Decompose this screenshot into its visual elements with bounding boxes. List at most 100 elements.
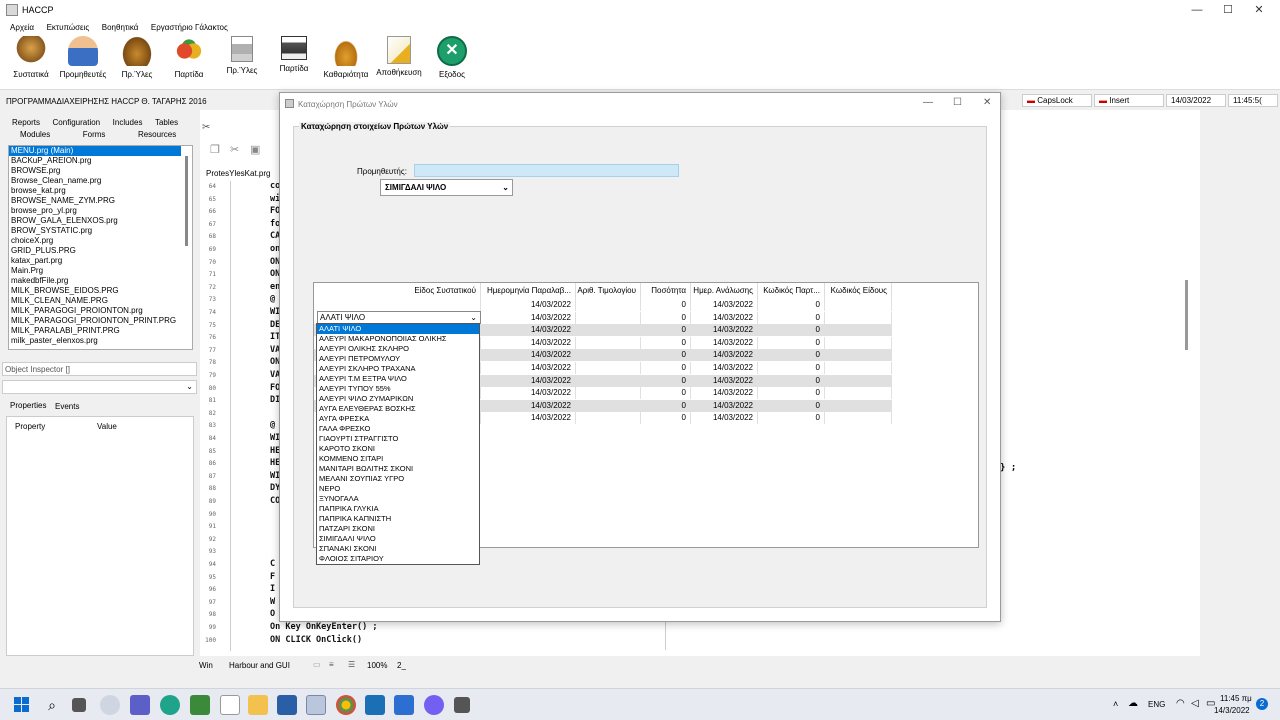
dropdown-option[interactable]: ΑΥΓΑ ΦΡΕΣΚΑ (317, 414, 479, 424)
dropdown-option[interactable]: ΑΛΕΥΡΙ ΣΚΛΗΡΟ ΤΡΑΧΑΝΑ (317, 364, 479, 374)
task-view-icon[interactable] (72, 698, 86, 712)
table-cell[interactable]: 14/03/2022 (691, 324, 758, 337)
module-file-list[interactable]: MENU.prg (Main) BACKuP_AREION.prg BROWSE… (8, 145, 193, 350)
table-cell[interactable] (576, 324, 641, 337)
list-item[interactable]: Browse_Clean_name.prg (9, 176, 192, 186)
column-header[interactable]: Ποσότητα (641, 283, 691, 299)
dropdown-option[interactable]: ΣΠΑΝΑΚΙ ΣΚΟΝΙ (317, 544, 479, 554)
tab-includes[interactable]: Includes (113, 118, 143, 127)
table-cell[interactable]: 14/03/2022 (691, 362, 758, 374)
table-cell[interactable]: 0 (758, 399, 825, 412)
list-scrollbar[interactable] (185, 156, 188, 246)
dropdown-option[interactable]: ΚΟΜΜΕΝΟ ΣΙΤΑΡΙ (317, 454, 479, 464)
dropdown-option[interactable]: ΑΛΕΥΡΙ ΤΥΠΟΥ 55% (317, 384, 479, 394)
list-item[interactable]: BACKuP_AREION.prg (9, 156, 192, 166)
terminal-icon[interactable] (454, 697, 470, 713)
table-cell[interactable] (576, 336, 641, 349)
list-icon[interactable]: ☰ (348, 660, 355, 669)
haccp-app-icon[interactable] (306, 695, 326, 715)
dropdown-option[interactable]: ΑΛΕΥΡΙ ΜΑΚΑΡΟΝΟΠΟΙΙΑΣ ΟΛΙΚΗΣ (317, 334, 479, 344)
table-cell[interactable]: 0 (641, 374, 691, 387)
maximize-button[interactable]: ☐ (1221, 3, 1235, 17)
tab-reports[interactable]: Reports (12, 118, 40, 127)
table-cell[interactable] (576, 349, 641, 362)
table-cell[interactable]: 0 (641, 412, 691, 425)
table-cell[interactable]: 14/03/2022 (691, 399, 758, 412)
tab-properties[interactable]: Properties (10, 401, 46, 410)
list-item[interactable]: Main.Prg (9, 266, 192, 276)
table-cell[interactable]: 0 (758, 374, 825, 387)
table-cell[interactable]: 0 (758, 336, 825, 349)
tab-forms[interactable]: Forms (83, 130, 106, 139)
document-icon[interactable] (220, 695, 240, 715)
dropdown-option[interactable]: ΣΙΜΙΓΔΑΛΙ ΨΙΛΟ (317, 534, 479, 544)
app-icon-2[interactable] (394, 695, 414, 715)
toolbar-raw-materials-print-button[interactable]: Πρ.Ύλες (217, 36, 267, 75)
editor-app-icon[interactable] (190, 695, 210, 715)
dialog-maximize-button[interactable]: ☐ (953, 97, 962, 108)
object-selector[interactable]: ⌄ (2, 380, 197, 394)
clock-time[interactable]: 11:45 πμ (1220, 694, 1252, 703)
table-cell[interactable]: 14/03/2022 (691, 299, 758, 311)
clock-date[interactable]: 14/3/2022 (1214, 706, 1250, 715)
ide-app-icon[interactable] (277, 695, 297, 715)
table-cell[interactable] (576, 374, 641, 387)
table-cell[interactable] (576, 399, 641, 412)
table-cell[interactable]: 14/03/2022 (691, 374, 758, 387)
xmate-icon[interactable] (365, 695, 385, 715)
editor-scrollbar[interactable] (1185, 280, 1188, 350)
material-dropdown-list[interactable]: ΑΛΑΤΙ ΨΙΛΟ ΑΛΕΥΡΙ ΜΑΚΑΡΟΝΟΠΟΙΙΑΣ ΟΛΙΚΗΣ ΑΛ… (316, 323, 480, 565)
toolbar-ingredients-button[interactable]: Συστατικά (6, 36, 56, 79)
cut-icon[interactable]: ✂ (230, 143, 239, 156)
list-item[interactable]: MILK_BROWSE_EIDOS.PRG (9, 286, 192, 296)
table-cell[interactable]: 14/03/2022 (691, 311, 758, 324)
list-item[interactable]: BROWSE_NAME_ZYM.PRG (9, 196, 192, 206)
list-item[interactable]: MILK_PARAGOGI_PROIONTON.prg (9, 306, 192, 316)
edge-icon[interactable] (160, 695, 180, 715)
toolbar-cleaning-button[interactable]: Καθαριότητα (321, 36, 371, 79)
table-cell[interactable] (825, 374, 892, 387)
list-item[interactable]: MENU.prg (Main) (9, 146, 181, 156)
wifi-icon[interactable]: ◠ (1176, 698, 1185, 709)
list-item[interactable]: MILK_PARAGOGI_PROIONTON_PRINT.PRG (9, 316, 192, 326)
dialog-minimize-button[interactable]: — (923, 97, 933, 108)
paste-icon[interactable]: ▣ (250, 143, 260, 156)
dropdown-option[interactable]: ΠΑΤΖΑΡΙ ΣΚΟΝΙ (317, 524, 479, 534)
table-cell[interactable] (825, 311, 892, 324)
table-cell[interactable] (576, 362, 641, 374)
list-item[interactable]: katax_part.prg (9, 256, 192, 266)
table-cell[interactable]: 14/03/2022 (481, 387, 576, 400)
material-combo[interactable]: ΣΙΜΙΓΔΑΛΙ ΨΙΛΟ ⌄ (380, 179, 513, 196)
tab-modules[interactable]: Modules (20, 130, 50, 139)
property-grid[interactable]: Property Value (6, 416, 194, 656)
editor-tab[interactable]: ProtesYlesKat.prg (206, 169, 270, 178)
dropdown-option[interactable]: ΦΛΟΙΟΣ ΣΙΤΑΡΙΟΥ (317, 554, 479, 564)
table-cell[interactable]: 0 (758, 324, 825, 337)
table-cell[interactable] (576, 299, 641, 311)
table-cell[interactable] (825, 324, 892, 337)
list-item[interactable]: BROW_GALA_ELENXOS.prg (9, 216, 192, 226)
table-cell[interactable]: 14/03/2022 (481, 349, 576, 362)
menu-milk-lab[interactable]: Εργαστήριο Γάλακτος (151, 23, 228, 32)
list-item[interactable]: BROW_SYSTATIC.prg (9, 226, 192, 236)
list-item[interactable]: MILK_PARALABI_PRINT.PRG (9, 326, 192, 336)
toolbar-exit-button[interactable]: ✕ Εξοδος (427, 36, 477, 79)
table-cell[interactable]: 14/03/2022 (481, 362, 576, 374)
cloud-icon[interactable]: ☁ (1128, 698, 1138, 709)
list-item[interactable]: BROWSE.prg (9, 166, 192, 176)
tab-tables[interactable]: Tables (155, 118, 178, 127)
folder-icon[interactable] (248, 695, 268, 715)
table-cell[interactable]: 14/03/2022 (481, 412, 576, 425)
table-cell[interactable]: 0 (641, 299, 691, 311)
dropdown-option[interactable]: ΠΑΠΡΙΚΑ ΓΛΥΚΙΑ (317, 504, 479, 514)
table-cell[interactable] (314, 299, 481, 311)
table-cell[interactable] (825, 336, 892, 349)
column-header[interactable]: Κωδικός Είδους (825, 283, 892, 299)
table-cell[interactable]: 14/03/2022 (481, 399, 576, 412)
table-cell[interactable] (576, 311, 641, 324)
table-cell[interactable]: 0 (758, 349, 825, 362)
dropdown-option[interactable]: ΑΥΓΑ ΕΛΕΥΘΕΡΑΣ ΒΟΣΚΗΣ (317, 404, 479, 414)
table-cell[interactable]: 0 (641, 387, 691, 400)
chat-icon[interactable] (130, 695, 150, 715)
list-item[interactable]: browse_kat.prg (9, 186, 192, 196)
